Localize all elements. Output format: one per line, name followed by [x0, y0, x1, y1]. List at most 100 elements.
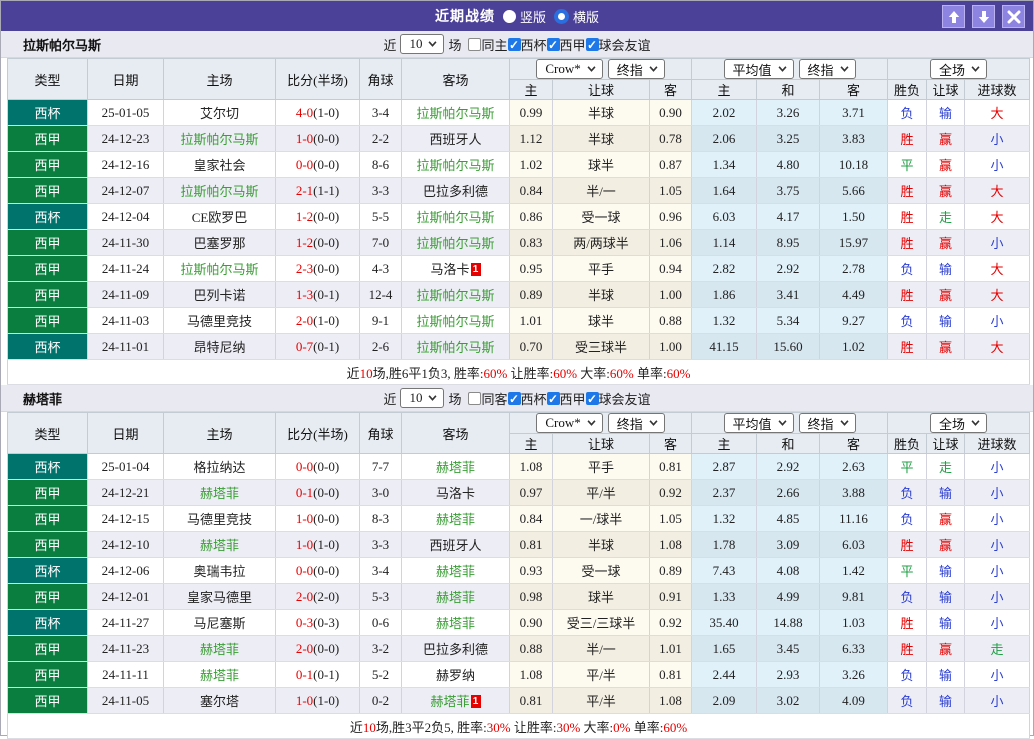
match-row: 西杯 25-01-05 艾尔切 4-0(1-0) 3-4 拉斯帕尔马斯 0.99 半球 0.90…: [7, 99, 1031, 126]
away-team: 拉斯帕尔马斯: [401, 333, 510, 360]
radio-horizontal-icon[interactable]: [554, 8, 569, 24]
col-header: 角球: [359, 58, 402, 100]
handicap-odds: 0.91: [648, 583, 693, 610]
league-type: 西甲: [7, 635, 88, 662]
odds-source-select[interactable]: Crow*: [536, 413, 603, 433]
team-name: 皇家社会: [193, 158, 246, 173]
corners: 12-4: [359, 281, 402, 308]
handicap-odds: 0.93: [509, 557, 553, 584]
score: 0-3(0-3): [275, 609, 360, 636]
match-row: 西杯 25-01-04 格拉纳达 0-0(0-0) 7-7 赫塔菲 1.08 平手 0.81 2.…: [7, 453, 1031, 480]
away-team: 拉斯帕尔马斯: [401, 229, 510, 256]
team-name: 赫塔菲: [435, 512, 475, 527]
result-flag: 输: [926, 687, 966, 714]
avg-odds: 3.02: [756, 687, 821, 714]
home-team: 皇家社会: [163, 151, 276, 178]
avg-time-select[interactable]: 终指: [798, 413, 856, 433]
avg-odds: 3.83: [819, 125, 889, 152]
handicap-odds: 1.12: [509, 125, 553, 152]
away-team: 赫罗纳: [401, 661, 510, 688]
close-icon: [1007, 10, 1020, 23]
team-name: 巴拉多利德: [422, 184, 488, 199]
col-subheader: 让球: [926, 79, 966, 100]
league-label: 球会友谊: [598, 37, 651, 53]
avg-odds: 1.34: [691, 151, 758, 178]
league-checkbox-friendly[interactable]: ✓: [585, 391, 599, 405]
match-row: 西甲 24-11-09 巴列卡诺 1-3(0-1) 12-4 拉斯帕尔马斯 0.89 半球 1.…: [7, 281, 1031, 308]
match-date: 24-12-10: [87, 531, 164, 558]
league-checkbox-xibei[interactable]: ✓: [507, 391, 521, 405]
handicap-odds: 0.87: [648, 151, 693, 178]
col-subheader: 主: [691, 433, 758, 454]
chevron-down-icon: [840, 66, 849, 72]
avg-odds: 8.95: [756, 229, 821, 256]
avg-source-select[interactable]: 平均值: [723, 59, 794, 79]
same-venue-label: 同客: [481, 391, 508, 407]
match-row: 西甲 24-12-23 拉斯帕尔马斯 1-0(0-0) 2-2 西班牙人 1.12 半球 0.7…: [7, 125, 1031, 152]
avg-odds: 3.88: [819, 479, 889, 506]
avg-source-select[interactable]: 平均值: [723, 413, 794, 433]
match-row: 西杯 24-12-04 CE欧罗巴 1-2(0-0) 5-5 拉斯帕尔马斯 0.86 受一球 0…: [7, 203, 1031, 230]
away-team: 拉斯帕尔马斯: [401, 99, 510, 126]
result-flag: 输: [926, 609, 966, 636]
handicap-odds: 1.01: [509, 307, 553, 334]
league-checkbox-xijia[interactable]: ✓: [546, 37, 560, 51]
avg-odds: 1.86: [691, 281, 758, 308]
home-team: 赫塔菲: [163, 661, 276, 688]
avg-odds: 6.33: [819, 635, 889, 662]
move-up-button[interactable]: [942, 5, 965, 28]
odds-time-select[interactable]: 终指: [607, 413, 665, 433]
odds-time-select[interactable]: 终指: [607, 59, 665, 79]
team-name: 拉斯帕尔马斯: [416, 158, 495, 173]
match-date: 24-11-11: [87, 661, 164, 688]
scope-select[interactable]: 全场: [930, 413, 988, 433]
move-down-button[interactable]: [972, 5, 995, 28]
close-button[interactable]: [1002, 5, 1025, 28]
same-venue-checkbox[interactable]: [468, 37, 482, 51]
league-checkbox-xijia[interactable]: ✓: [546, 391, 560, 405]
avg-odds: 5.66: [819, 177, 889, 204]
scope-select[interactable]: 全场: [930, 59, 988, 79]
league-checkbox-friendly[interactable]: ✓: [585, 37, 599, 51]
away-team: 西班牙人: [401, 125, 510, 152]
col-subheader: 胜负: [887, 79, 928, 100]
radio-vertical-icon[interactable]: [502, 9, 516, 23]
odds-source-select[interactable]: Crow*: [536, 59, 603, 79]
same-venue-checkbox[interactable]: [468, 391, 482, 405]
radio-horizontal[interactable]: 横版: [554, 7, 599, 26]
match-count-select[interactable]: 10: [400, 34, 445, 54]
league-type: 西杯: [7, 453, 88, 480]
corners: 8-3: [359, 505, 402, 532]
home-team: 拉斯帕尔马斯: [163, 177, 276, 204]
col-subheader: 客: [648, 79, 693, 100]
match-row: 西甲 24-12-01 皇家马德里 2-0(2-0) 5-3 赫塔菲 0.98 球半 0.91 1…: [7, 583, 1031, 610]
handicap-line: 半球: [552, 125, 650, 152]
match-row: 西甲 24-12-21 赫塔菲 0-1(0-0) 3-0 马洛卡 0.97 平/半 0.92 2.…: [7, 479, 1031, 506]
avg-odds: 2.66: [756, 479, 821, 506]
match-count-select[interactable]: 10: [400, 388, 445, 408]
result-flag: 胜: [887, 281, 928, 308]
league-checkbox-xibei[interactable]: ✓: [507, 37, 521, 51]
avg-odds: 15.60: [756, 333, 821, 360]
result-flag: 赢: [926, 333, 966, 360]
handicap-odds: 1.08: [509, 661, 553, 688]
match-row: 西杯 24-12-06 奥瑞韦拉 0-0(0-0) 3-4 赫塔菲 0.93 受一球 0.89 7…: [7, 557, 1031, 584]
avg-odds: 3.45: [756, 635, 821, 662]
result-flag: 胜: [887, 229, 928, 256]
team-name: 拉斯帕尔马斯: [416, 340, 495, 355]
result-flag: 小: [964, 125, 1031, 152]
radio-vertical[interactable]: 竖版: [502, 7, 546, 26]
avg-odds: 10.18: [819, 151, 889, 178]
handicap-odds: 1.05: [648, 177, 693, 204]
corners: 5-3: [359, 583, 402, 610]
same-venue-label: 同主: [481, 37, 508, 53]
team-name: 拉斯帕尔马斯: [416, 314, 495, 329]
away-team: 拉斯帕尔马斯: [401, 281, 510, 308]
match-date: 24-11-09: [87, 281, 164, 308]
score: 2-0(0-0): [275, 635, 360, 662]
result-flag: 平: [887, 557, 928, 584]
avg-time-select[interactable]: 终指: [798, 59, 856, 79]
handicap-odds: 1.05: [648, 505, 693, 532]
handicap-line: 半/一: [552, 177, 650, 204]
result-flag: 大: [964, 177, 1031, 204]
